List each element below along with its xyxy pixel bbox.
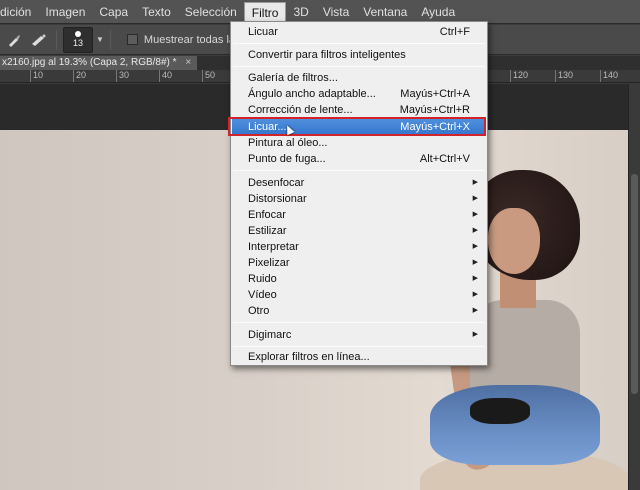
menu-edicion[interactable]: dición xyxy=(0,0,38,24)
menu-separator xyxy=(233,322,485,323)
ruler-tick: 140 xyxy=(600,70,618,82)
menu-separator xyxy=(233,66,485,67)
menu-item-noise[interactable]: Ruido ▶ xyxy=(232,271,486,287)
ruler-tick: 20 xyxy=(73,70,86,82)
airbrush-icon[interactable] xyxy=(28,29,50,51)
menu-imagen[interactable]: Imagen xyxy=(38,0,92,24)
menu-item-label: Desenfocar xyxy=(248,177,305,189)
menu-item-adaptive-wide-angle[interactable]: Ángulo ancho adaptable... Mayús+Ctrl+A xyxy=(232,86,486,102)
triangle-right-icon: ▶ xyxy=(472,275,478,282)
menu-vista[interactable]: Vista xyxy=(316,0,356,24)
close-icon[interactable]: × xyxy=(185,57,191,68)
menu-item-label: Vídeo xyxy=(248,289,277,301)
vertical-scrollbar[interactable] xyxy=(628,84,640,490)
menu-item-last-filter[interactable]: Licuar Ctrl+F xyxy=(232,24,486,40)
menu-item-render[interactable]: Interpretar ▶ xyxy=(232,239,486,255)
filter-menu: Licuar Ctrl+F Convertir para filtros int… xyxy=(230,21,488,366)
menu-item-shortcut: Mayús+Ctrl+R xyxy=(399,104,470,116)
menu-texto[interactable]: Texto xyxy=(135,0,178,24)
menu-item-video[interactable]: Vídeo ▶ xyxy=(232,287,486,303)
triangle-right-icon: ▶ xyxy=(472,291,478,298)
menu-separator xyxy=(233,346,485,347)
menu-item-oil-paint[interactable]: Pintura al óleo... xyxy=(232,135,486,151)
ruler-tick: 130 xyxy=(555,70,573,82)
triangle-right-icon: ▶ xyxy=(472,211,478,218)
menu-item-label: Estilizar xyxy=(248,225,287,237)
ruler-tick: 10 xyxy=(30,70,43,82)
ruler-tick: 120 xyxy=(510,70,528,82)
photo-skirt xyxy=(430,385,600,465)
triangle-right-icon: ▶ xyxy=(472,331,478,338)
menu-item-shortcut: Alt+Ctrl+V xyxy=(419,153,470,165)
menu-item-label: Punto de fuga... xyxy=(248,153,326,165)
menu-item-label: Galería de filtros... xyxy=(248,72,338,84)
ruler-tick: 40 xyxy=(159,70,172,82)
menu-item-stylize[interactable]: Estilizar ▶ xyxy=(232,223,486,239)
menu-item-shortcut: Mayús+Ctrl+A xyxy=(400,88,470,100)
menu-item-label: Pixelizar xyxy=(248,257,290,269)
photo-face xyxy=(488,208,540,274)
triangle-right-icon: ▶ xyxy=(472,179,478,186)
menu-item-label: Pintura al óleo... xyxy=(248,137,328,149)
menu-seleccion[interactable]: Selección xyxy=(178,0,244,24)
menu-separator xyxy=(233,170,485,171)
menu-item-label: Convertir para filtros inteligentes xyxy=(248,49,406,61)
menu-item-pixelate[interactable]: Pixelizar ▶ xyxy=(232,255,486,271)
brush-icon[interactable] xyxy=(3,29,25,51)
menu-item-smart-filters[interactable]: Convertir para filtros inteligentes xyxy=(232,47,486,63)
menu-item-lens-correction[interactable]: Corrección de lente... Mayús+Ctrl+R xyxy=(232,102,486,118)
document-tab[interactable]: x2160.jpg al 19.3% (Capa 2, RGB/8#) * × xyxy=(0,56,198,70)
menu-separator xyxy=(233,43,485,44)
toolbar-divider xyxy=(56,29,57,50)
menu-item-label: Corrección de lente... xyxy=(248,104,353,116)
ruler-tick: 50 xyxy=(202,70,215,82)
menu-item-sharpen[interactable]: Enfocar ▶ xyxy=(232,207,486,223)
document-tab-title: x2160.jpg al 19.3% (Capa 2, RGB/8#) * xyxy=(2,57,177,68)
menu-item-label: Otro xyxy=(248,305,270,317)
triangle-right-icon: ▶ xyxy=(472,195,478,202)
chevron-down-icon[interactable]: ▼ xyxy=(96,35,104,44)
scrollbar-thumb[interactable] xyxy=(631,174,638,394)
menu-item-blur[interactable]: Desenfocar ▶ xyxy=(232,175,486,191)
menu-capa[interactable]: Capa xyxy=(92,0,135,24)
menu-3d[interactable]: 3D xyxy=(286,0,315,24)
menu-item-label: Ángulo ancho adaptable... xyxy=(248,88,376,100)
menu-item-label: Ruido xyxy=(248,273,277,285)
menu-item-label: Digimarc xyxy=(248,329,292,341)
ruler-tick: 30 xyxy=(116,70,129,82)
menu-item-label: Licuar xyxy=(248,26,278,38)
menu-item-filter-gallery[interactable]: Galería de filtros... xyxy=(232,70,486,86)
triangle-right-icon: ▶ xyxy=(472,227,478,234)
brush-size-picker[interactable]: 13 xyxy=(63,26,93,53)
menu-item-other[interactable]: Otro ▶ xyxy=(232,303,486,319)
menu-item-label: Explorar filtros en línea... xyxy=(248,351,370,363)
menu-item-browse-online[interactable]: Explorar filtros en línea... xyxy=(232,349,486,365)
triangle-right-icon: ▶ xyxy=(472,259,478,266)
toolbar-divider xyxy=(109,29,111,50)
brush-size-value: 13 xyxy=(72,38,83,48)
annotation-highlight-box xyxy=(228,117,486,136)
brush-tip-icon xyxy=(75,31,81,37)
menu-item-label: Enfocar xyxy=(248,209,286,221)
menu-item-label: Distorsionar xyxy=(248,193,307,205)
menu-ventana[interactable]: Ventana xyxy=(356,0,414,24)
triangle-right-icon: ▶ xyxy=(472,243,478,250)
menu-item-distort[interactable]: Distorsionar ▶ xyxy=(232,191,486,207)
menu-item-vanishing-point[interactable]: Punto de fuga... Alt+Ctrl+V xyxy=(232,151,486,167)
photo-belt xyxy=(470,398,530,424)
menu-item-shortcut: Ctrl+F xyxy=(439,26,470,38)
menu-item-digimarc[interactable]: Digimarc ▶ xyxy=(232,327,486,343)
triangle-right-icon: ▶ xyxy=(472,307,478,314)
menu-item-label: Interpretar xyxy=(248,241,299,253)
menu-ayuda[interactable]: Ayuda xyxy=(414,0,462,24)
sample-all-layers-checkbox[interactable] xyxy=(126,34,138,45)
